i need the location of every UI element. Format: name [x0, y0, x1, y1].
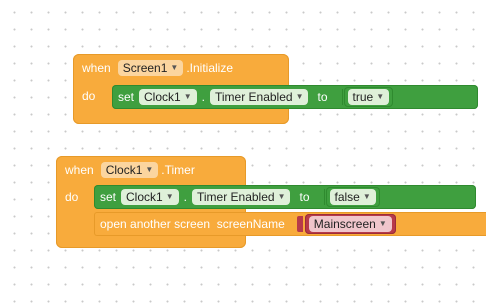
set-statement-block[interactable]: set Clock1 ▼ . Timer Enabled ▼ to true ▼	[112, 85, 478, 109]
boolean-dropdown[interactable]: false ▼	[329, 189, 376, 205]
to-label: to	[317, 90, 328, 104]
set-component-dropdown[interactable]: Clock1 ▼	[139, 89, 197, 105]
dropdown-caret-icon: ▼	[277, 192, 286, 201]
set-statement-block[interactable]: set Clock1 ▼ . Timer Enabled ▼ to false …	[94, 185, 476, 209]
component-dropdown-screen1[interactable]: Screen1 ▼	[117, 60, 184, 76]
value-socket	[296, 216, 303, 232]
open-another-screen-block[interactable]: open another screen screenName Mainscree…	[94, 212, 486, 236]
set-component-dropdown[interactable]: Clock1 ▼	[121, 189, 179, 205]
when-label: when	[65, 163, 94, 177]
property-label: Timer Enabled	[214, 90, 293, 104]
dot-label: .	[183, 190, 187, 204]
dropdown-caret-icon: ▼	[378, 219, 387, 228]
component-dropdown-label: Clock1	[105, 163, 143, 177]
screen-name-value: Mainscreen	[313, 217, 376, 231]
dropdown-caret-icon: ▼	[295, 92, 304, 101]
boolean-value-block[interactable]: true ▼	[343, 87, 394, 107]
dropdown-caret-icon: ▼	[145, 165, 154, 174]
property-dropdown[interactable]: Timer Enabled ▼	[191, 189, 291, 205]
dropdown-caret-icon: ▼	[170, 63, 179, 72]
property-label: Timer Enabled	[196, 190, 275, 204]
to-label: to	[299, 190, 310, 204]
event-name-label: .Initialize	[186, 61, 233, 75]
property-dropdown[interactable]: Timer Enabled ▼	[209, 89, 309, 105]
set-component-label: Clock1	[126, 190, 163, 204]
open-another-screen-label: open another screen screenName	[100, 217, 285, 231]
do-label: do	[82, 89, 96, 103]
event-name-label: .Timer	[161, 163, 195, 177]
set-label: set	[100, 190, 117, 204]
dropdown-caret-icon: ▼	[362, 192, 371, 201]
event-header: when Screen1 ▼ .Initialize	[82, 58, 233, 78]
set-component-label: Clock1	[144, 90, 181, 104]
dropdown-caret-icon: ▼	[376, 92, 385, 101]
set-label: set	[118, 90, 135, 104]
do-label: do	[65, 190, 79, 204]
component-dropdown-label: Screen1	[122, 61, 168, 75]
value-socket	[336, 89, 343, 105]
boolean-value-label: false	[334, 190, 360, 204]
dot-label: .	[201, 90, 205, 104]
component-dropdown-clock1[interactable]: Clock1 ▼	[100, 162, 159, 178]
event-header: when Clock1 ▼ .Timer	[65, 160, 195, 180]
boolean-dropdown[interactable]: true ▼	[347, 89, 390, 105]
dropdown-caret-icon: ▼	[183, 92, 192, 101]
value-socket	[318, 189, 325, 205]
when-label: when	[82, 61, 111, 75]
boolean-value-label: true	[352, 90, 374, 104]
screen-name-dropdown[interactable]: Mainscreen ▼	[308, 216, 392, 232]
dropdown-caret-icon: ▼	[165, 192, 174, 201]
boolean-value-block[interactable]: false ▼	[325, 187, 380, 207]
text-value-block[interactable]: Mainscreen ▼	[304, 214, 396, 234]
